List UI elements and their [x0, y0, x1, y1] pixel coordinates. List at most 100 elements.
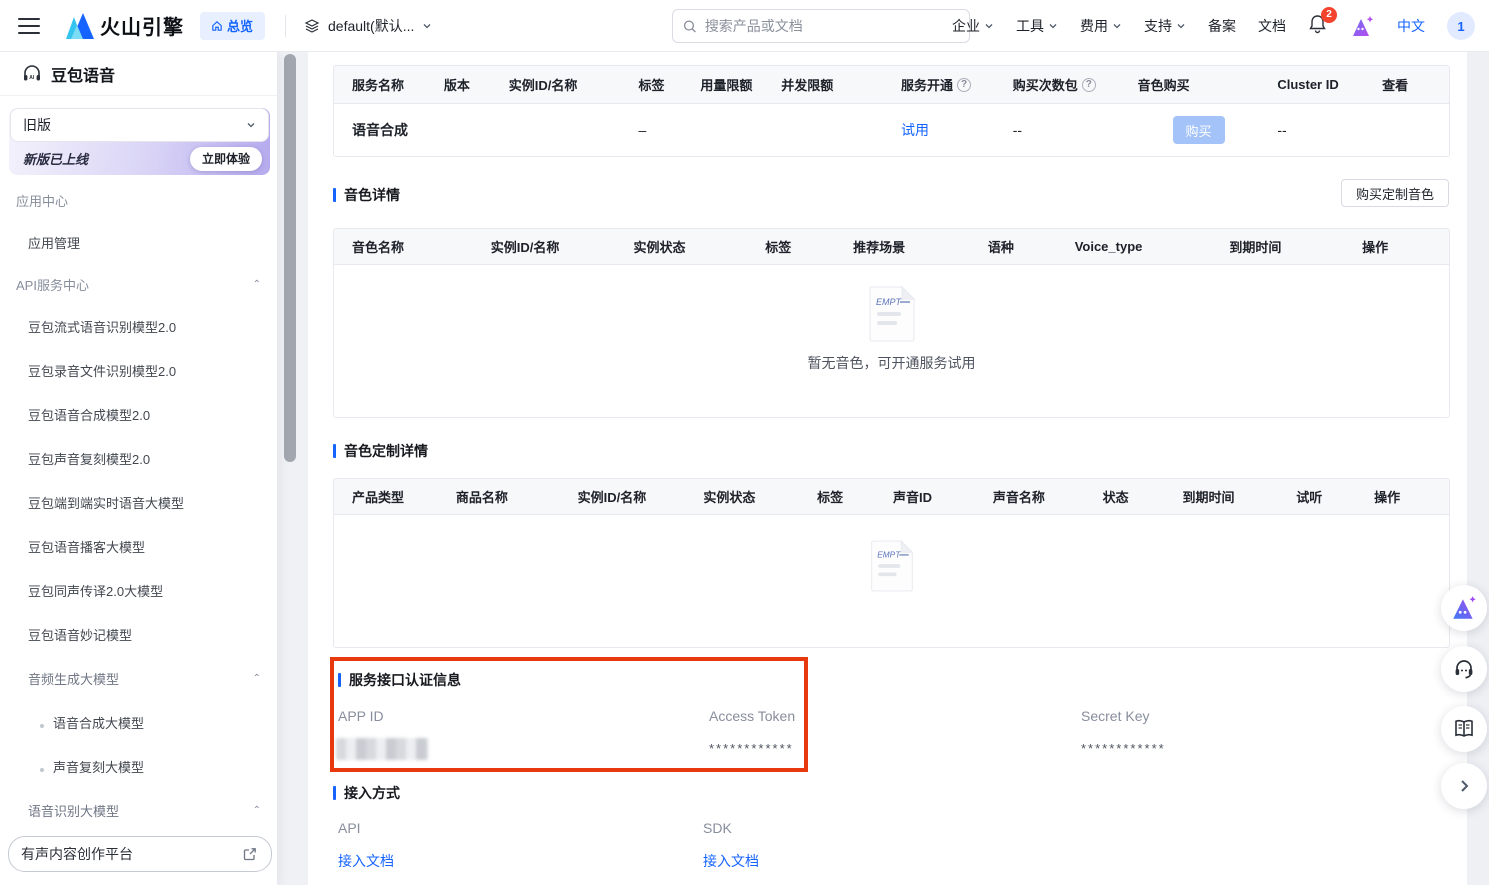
buy-voice-button[interactable]: 购买: [1173, 116, 1225, 144]
col-view: 查看: [1382, 75, 1449, 94]
col-version: 版本: [444, 75, 509, 94]
search-box[interactable]: [672, 9, 970, 43]
buy-custom-voice-button[interactable]: 购买定制音色: [1341, 179, 1449, 207]
version-banner: 旧版 新版已上线 立即体验: [9, 108, 270, 175]
nav-docs[interactable]: 文档: [1258, 16, 1286, 36]
col-cluster-id: Cluster ID: [1277, 77, 1382, 92]
col-voice-name: 音色名称: [334, 237, 491, 256]
customer-support-fab[interactable]: [1441, 646, 1487, 692]
voice-detail-title: 音色详情: [333, 185, 400, 205]
audio-creation-platform-link[interactable]: 有声内容创作平台: [8, 836, 272, 872]
access-token-label: Access Token: [709, 708, 795, 724]
empty-document-icon: EMPT: [868, 539, 916, 593]
header-divider: [285, 15, 286, 37]
group-audio-generation[interactable]: 音频生成大模型⌃: [0, 656, 277, 700]
sdk-doc-link[interactable]: 接入文档: [703, 851, 759, 871]
sidebar-item-app-management[interactable]: 应用管理: [0, 220, 277, 264]
empty-state: EMPT 暂无音色，可开通服务试用: [334, 285, 1449, 373]
sdk-label: SDK: [703, 820, 732, 836]
svg-text:EMPT: EMPT: [876, 297, 903, 307]
workspace-selector[interactable]: default(默认...: [304, 16, 432, 36]
external-link-icon: [243, 847, 257, 861]
hamburger-menu-icon[interactable]: [18, 18, 40, 34]
documentation-fab[interactable]: [1441, 706, 1487, 752]
language-switch[interactable]: 中文: [1397, 16, 1425, 36]
overview-button[interactable]: 总览: [200, 12, 265, 40]
col-instance-status: 实例状态: [633, 237, 765, 256]
chevron-down-icon: [1048, 21, 1058, 31]
chevron-right-icon: [1456, 778, 1472, 794]
cell-tag: –: [638, 122, 700, 138]
sidebar-item-tts-large-model[interactable]: 语音合成大模型: [0, 700, 277, 744]
sidebar-item-e2e-realtime-voice[interactable]: 豆包端到端实时语音大模型: [0, 480, 277, 524]
chevron-up-icon: ⌃: [253, 805, 261, 816]
nav-tools[interactable]: 工具: [1016, 16, 1058, 36]
new-version-text: 新版已上线: [23, 149, 88, 168]
col-usage-quota: 用量限额: [700, 75, 781, 94]
volcengine-logo[interactable]: 火山引擎: [64, 11, 184, 40]
col-voice-purchase: 音色购买: [1138, 75, 1278, 94]
help-icon[interactable]: ?: [957, 78, 971, 92]
cell-service-name: 语音合成: [334, 120, 444, 140]
chevron-down-icon: [246, 120, 256, 130]
chevron-down-icon: [1112, 21, 1122, 31]
sidebar-item-voice-notes[interactable]: 豆包语音妙记模型: [0, 612, 277, 656]
app-id-label: APP ID: [338, 708, 384, 724]
sidebar-item-simul-interpretation[interactable]: 豆包同声传译2.0大模型: [0, 568, 277, 612]
chevron-up-icon: ⌃: [253, 279, 261, 290]
sidebar-item-tts-2[interactable]: 豆包语音合成模型2.0: [0, 392, 277, 436]
svg-text:EMPT: EMPT: [877, 550, 901, 560]
voice-ai-headset-icon: AI: [22, 64, 42, 84]
ai-assistant-icon[interactable]: [1349, 14, 1375, 38]
product-title: 豆包语音: [51, 62, 115, 86]
group-asr-large-model[interactable]: 语音识别大模型⌃: [0, 788, 277, 832]
notifications-button[interactable]: 2: [1308, 14, 1327, 39]
nav-beian[interactable]: 备案: [1208, 16, 1236, 36]
col-instance-id: 实例ID/名称: [509, 75, 639, 94]
ai-mountain-icon: [1450, 595, 1478, 621]
api-doc-link[interactable]: 接入文档: [338, 851, 394, 871]
col-language: 语种: [988, 237, 1075, 256]
page-scrollbar-track: [1467, 52, 1489, 885]
sidebar-item-voice-clone-2[interactable]: 豆包声音复刻模型2.0: [0, 436, 277, 480]
col-audition: 试听: [1296, 487, 1374, 506]
content-scrollbar-track: [277, 52, 308, 885]
collapse-panel-fab[interactable]: [1441, 763, 1487, 809]
nav-support[interactable]: 支持: [1144, 16, 1186, 36]
sidebar-item-podcast-model[interactable]: 豆包语音播客大模型: [0, 524, 277, 568]
svg-text:AI: AI: [29, 75, 35, 81]
nav-billing[interactable]: 费用: [1080, 16, 1122, 36]
workspace-name: default(默认...: [328, 16, 414, 36]
empty-state: EMPT: [334, 539, 1449, 593]
chevron-down-icon: [422, 21, 432, 31]
col-service-open: 服务开通?: [901, 75, 1013, 94]
product-title-row: AI 豆包语音: [0, 52, 277, 96]
try-now-button[interactable]: 立即体验: [190, 147, 262, 171]
ai-assistant-fab[interactable]: [1441, 585, 1487, 631]
col-voice-name: 声音名称: [993, 487, 1103, 506]
user-avatar[interactable]: 1: [1447, 12, 1475, 40]
home-icon: [212, 21, 222, 31]
search-input[interactable]: [705, 18, 959, 34]
api-label: API: [338, 820, 361, 836]
col-tag: 标签: [765, 237, 853, 256]
chevron-down-icon: [1176, 21, 1186, 31]
sidebar-item-streaming-asr-2[interactable]: 豆包流式语音识别模型2.0: [0, 304, 277, 348]
sidebar-item-file-asr-2[interactable]: 豆包录音文件识别模型2.0: [0, 348, 277, 392]
help-icon[interactable]: ?: [1082, 78, 1096, 92]
section-api-service-center[interactable]: API服务中心⌃: [0, 264, 277, 304]
top-header: 火山引擎 总览 default(默认... 企业 工具: [0, 0, 1489, 52]
sidebar-item-clone-large-model[interactable]: 声音复刻大模型: [0, 744, 277, 788]
service-table: 服务名称 版本 实例ID/名称 标签 用量限额 并发限额 服务开通? 购买次数包…: [333, 65, 1450, 157]
col-product-type: 产品类型: [334, 487, 456, 506]
cell-cluster-id: --: [1277, 122, 1382, 138]
trial-link[interactable]: 试用: [901, 122, 929, 138]
nav-enterprise[interactable]: 企业: [952, 16, 994, 36]
table-row: 语音合成 – 试用 -- 购买 --: [334, 104, 1449, 156]
main-content: 服务名称 版本 实例ID/名称 标签 用量限额 并发限额 服务开通? 购买次数包…: [308, 52, 1489, 885]
chevron-up-icon: ⌃: [253, 673, 261, 684]
col-purchase-package: 购买次数包?: [1013, 75, 1138, 94]
version-select[interactable]: 旧版: [10, 108, 269, 142]
section-app-center: 应用中心: [0, 180, 277, 220]
content-scrollbar-thumb[interactable]: [284, 54, 296, 462]
